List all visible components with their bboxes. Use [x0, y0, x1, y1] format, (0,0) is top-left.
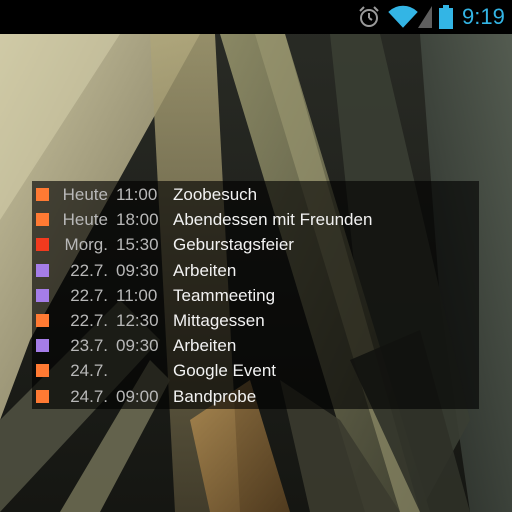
event-day: Morg. [64, 235, 108, 255]
event-title: Geburstagsfeier [173, 235, 294, 255]
event-title: Bandprobe [173, 386, 257, 406]
event-title: Zoobesuch [173, 185, 258, 204]
battery-icon [439, 5, 453, 29]
event-title: Arbeiten [173, 260, 237, 280]
event-time: 09:30 [116, 336, 159, 356]
calendar-color-marker [36, 364, 49, 378]
wifi-icon [388, 5, 418, 28]
event-day: 24.7. [70, 361, 108, 381]
event-day: Heute [62, 185, 108, 204]
event-time: 09:30 [116, 260, 159, 280]
event-time: 12:30 [116, 311, 159, 330]
calendar-color-marker [36, 339, 49, 353]
agenda-event-row[interactable]: 24.7. 09:00 Bandprobe [32, 384, 479, 409]
agenda-event-row[interactable]: Heute 11:00 Zoobesuch [32, 182, 479, 207]
agenda-event-row[interactable]: 22.7. 09:30 Arbeiten [32, 258, 479, 283]
calendar-color-marker [36, 238, 49, 252]
calendar-color-marker [36, 288, 49, 302]
agenda-event-row[interactable]: Heute 18:00 Abendessen mit Freunden [32, 207, 479, 232]
event-day: 22.7. [70, 260, 108, 280]
event-time: 09:00 [116, 386, 159, 406]
status-bar: 9:19 [0, 0, 512, 34]
agenda-widget[interactable]: Heute 11:00 Zoobesuch Heute 18:00 Abendessen … [32, 181, 479, 409]
event-title: Google Event [173, 361, 277, 381]
event-time: 15:30 [116, 235, 159, 255]
calendar-color-marker [36, 263, 49, 277]
event-title: Abendessen mit Freunden [173, 210, 373, 230]
calendar-color-marker [36, 213, 49, 227]
status-bar-clock: 9:19 [462, 4, 505, 29]
agenda-event-row[interactable]: 23.7. 09:30 Arbeiten [32, 333, 479, 358]
signal-icon [418, 6, 432, 28]
event-day: 22.7. [70, 285, 108, 305]
agenda-event-row[interactable]: 24.7. Google Event [32, 358, 479, 383]
agenda-event-row[interactable]: 22.7. 11:00 Teammeeting [32, 283, 479, 308]
event-day: Heute [62, 210, 108, 230]
event-title: Arbeiten [173, 336, 237, 356]
agenda-event-row[interactable]: Morg. 15:30 Geburstagsfeier [32, 232, 479, 257]
calendar-color-marker [36, 188, 49, 201]
event-time: 11:00 [116, 285, 158, 305]
home-screen: 9:19 Heute 11:00 Zoobesuch Heute 18:00 Abende… [0, 0, 512, 512]
event-day: 24.7. [70, 386, 108, 406]
calendar-color-marker [36, 389, 49, 403]
event-time: 11:00 [116, 185, 158, 204]
calendar-color-marker [36, 314, 49, 327]
alarm-icon [359, 6, 379, 27]
event-title: Mittagessen [173, 311, 265, 330]
event-title: Teammeeting [173, 285, 276, 305]
agenda-event-row[interactable]: 22.7. 12:30 Mittagessen [32, 308, 479, 333]
event-day: 23.7. [70, 336, 108, 356]
event-time: 18:00 [116, 210, 159, 230]
event-day: 22.7. [70, 311, 108, 330]
